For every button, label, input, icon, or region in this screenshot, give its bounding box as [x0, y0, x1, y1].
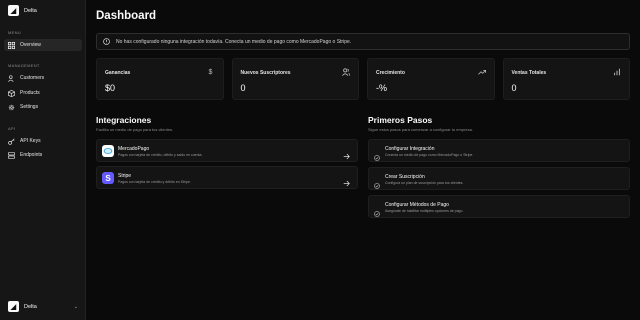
sidebar-item-label: Endpoints: [20, 152, 43, 158]
stripe-logo-icon: S: [102, 172, 114, 184]
chevron-down-icon: ⌄: [73, 303, 78, 310]
sidebar-item-products[interactable]: Products: [4, 87, 82, 99]
step-title: Crear Suscripción: [385, 174, 425, 180]
step-title: Configurar Métodos de Pago: [385, 202, 449, 208]
grid-icon: [8, 41, 15, 49]
sidebar-item-label: API Keys: [20, 138, 41, 144]
integrations-subtitle: Facilita un medio de pago para tus clien…: [96, 127, 174, 132]
integration-title: Stripe: [118, 173, 132, 179]
sidebar-item-overview[interactable]: Overview: [4, 39, 82, 51]
alert-text: No has configurado ninguna integración t…: [116, 38, 352, 45]
stat-title: Ventas Totales: [511, 70, 547, 76]
step-card-crear-suscripcion[interactable]: Crear Suscripción Configura un plan de s…: [368, 167, 630, 190]
integration-desc: Pagos con tarjeta de crédito y débito en…: [118, 180, 191, 184]
step-card-configurar-integracion[interactable]: Configurar Integración Conecta un medio …: [368, 139, 630, 162]
page-title: Dashboard: [96, 10, 157, 22]
key-icon: [8, 137, 15, 145]
integration-title: MercadoPago: [118, 146, 150, 152]
sidebar-item-api-keys[interactable]: API Keys: [4, 135, 82, 147]
step-desc: Asegúrate de habilitar múltiples opcione…: [385, 209, 464, 213]
sidebar-item-label: Customers: [20, 75, 45, 81]
stat-title: Ganancias: [105, 70, 131, 76]
steps-title: Primeros Pasos: [368, 115, 433, 125]
stat-value: -%: [376, 83, 387, 93]
integration-card-stripe[interactable]: S Stripe Pagos con tarjeta de crédito y …: [96, 166, 358, 189]
arrow-right-icon: [343, 174, 350, 187]
step-desc: Configura un plan de suscripción para tu…: [385, 181, 464, 185]
stat-card-ventas-totales: Ventas Totales 0: [502, 58, 630, 100]
step-title: Configurar Integración: [385, 146, 435, 152]
sidebar-item-label: Settings: [20, 104, 39, 110]
stat-title: Nuevos Suscriptores: [240, 70, 291, 76]
stat-title: Crecimiento: [376, 70, 405, 76]
users-icon: [342, 68, 350, 76]
package-icon: [8, 89, 15, 97]
brand-logo-icon: ◢: [8, 5, 19, 16]
mercadopago-logo-icon: [102, 145, 114, 157]
sidebar-item-label: Products: [20, 90, 40, 96]
stat-value: 0: [511, 83, 517, 93]
integration-desc: Pagos con tarjeta de crédito, débito y s…: [118, 153, 203, 157]
stat-value: 0: [240, 83, 246, 93]
user-switcher[interactable]: ◢ Delta ⌄: [8, 301, 78, 312]
server-icon: [8, 151, 15, 159]
integration-alert: No has configurado ninguna integración t…: [96, 33, 630, 50]
alert-circle-icon: [103, 38, 110, 45]
sidebar-item-label: Overview: [20, 42, 41, 48]
steps-subtitle: Sigue estos pasos para comenzar a config…: [368, 127, 473, 132]
users-icon: [8, 74, 15, 82]
brand-name: Delta: [24, 7, 37, 14]
section-label-menu: MENU: [8, 30, 21, 35]
stat-card-nuevos-suscriptores: Nuevos Suscriptores 0: [231, 58, 359, 100]
step-card-configurar-metodos-de-pago[interactable]: Configurar Métodos de Pago Asegúrate de …: [368, 195, 630, 218]
stat-value: $0: [105, 83, 116, 93]
stat-card-crecimiento: Crecimiento -%: [367, 58, 495, 100]
check-circle-icon: [374, 204, 380, 217]
check-circle-icon: [374, 176, 380, 189]
integration-card-mercadopago[interactable]: MercadoPago Pagos con tarjeta de crédito…: [96, 139, 358, 162]
integrations-title: Integraciones: [96, 115, 152, 125]
main-content: Dashboard No has configurado ninguna int…: [86, 0, 640, 320]
arrow-right-icon: [343, 147, 350, 160]
section-label-management: MANAGEMENT: [8, 63, 40, 68]
sidebar: ◢ Delta MENU Overview MANAGEMENT Custome…: [0, 0, 86, 320]
stats-row: Ganancias $ $0 Nuevos Suscriptores 0 Cre…: [96, 58, 630, 100]
sidebar-item-customers[interactable]: Customers: [4, 72, 82, 84]
sidebar-item-endpoints[interactable]: Endpoints: [4, 149, 82, 161]
trending-up-icon: [477, 68, 486, 76]
brand[interactable]: ◢ Delta: [8, 5, 37, 16]
bar-chart-icon: [613, 68, 621, 76]
workspace-name: Delta: [24, 303, 37, 310]
section-label-api: API: [8, 126, 16, 131]
stat-card-ganancias: Ganancias $ $0: [96, 58, 224, 100]
workspace-logo-icon: ◢: [8, 301, 19, 312]
check-circle-icon: [374, 148, 380, 161]
step-desc: Conecta un medio de pago como MercadoPag…: [385, 153, 474, 157]
gear-icon: [8, 104, 15, 111]
dollar-icon: $: [208, 68, 213, 76]
sidebar-item-settings[interactable]: Settings: [4, 101, 82, 113]
